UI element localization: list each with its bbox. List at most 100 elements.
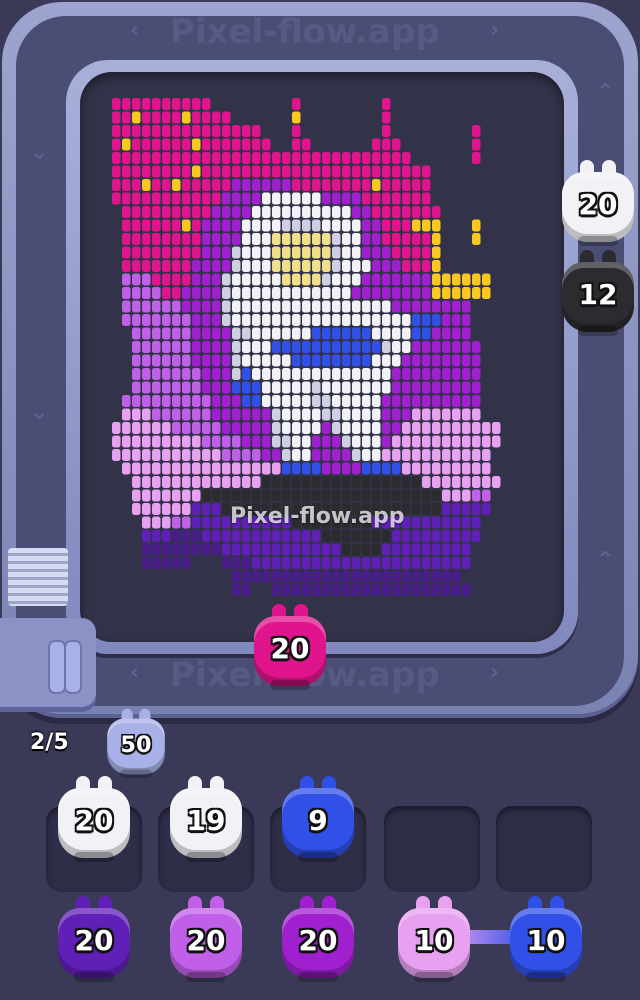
pixel-block — [422, 368, 431, 380]
pixel-block — [232, 395, 241, 407]
pixel-block — [192, 395, 201, 407]
pixel-block — [212, 543, 221, 556]
pixel-block — [112, 152, 121, 164]
chevron-left-icon: ‹ — [130, 18, 140, 43]
pixel-block — [142, 516, 151, 529]
pixel-block — [182, 462, 191, 475]
pixel-block — [312, 341, 321, 353]
pixel-block — [442, 354, 451, 367]
pixel-block — [192, 543, 201, 556]
bottom-shooter-lightpink[interactable]: 10 — [396, 896, 472, 984]
pixel-block — [242, 530, 251, 542]
pixel-block — [412, 476, 421, 488]
pixel-block — [112, 435, 121, 448]
pixel-block — [122, 408, 131, 421]
pixel-block — [182, 260, 191, 272]
pixel-block — [422, 462, 431, 475]
pixel-block — [402, 381, 411, 394]
pixel-block — [392, 138, 401, 151]
bottom-shooter-blue[interactable]: 10 — [508, 896, 584, 984]
pixel-block — [152, 246, 161, 259]
pixel-block — [152, 516, 161, 529]
pixel-block — [322, 152, 331, 164]
pixel-block — [322, 395, 331, 407]
pixel-block — [382, 584, 391, 596]
pixel-block — [452, 368, 461, 380]
pixel-block — [462, 422, 471, 434]
pixel-block — [132, 179, 141, 191]
pixel-block — [382, 408, 391, 421]
pixel-block — [322, 179, 331, 191]
chevron-up-icon: ⌃ — [596, 548, 615, 573]
pixel-block — [482, 476, 491, 488]
pixel-block — [412, 287, 421, 299]
pixel-block — [172, 462, 181, 475]
pixel-block — [272, 327, 281, 340]
pixel-block — [342, 260, 351, 272]
bottom-shooter-indigo[interactable]: 20 — [56, 896, 132, 984]
pixel-block — [252, 476, 261, 488]
pixel-block — [272, 246, 281, 259]
pixel-block — [252, 273, 261, 286]
pixel-block — [252, 300, 261, 313]
pixel-block — [412, 503, 421, 515]
pixel-block — [192, 111, 201, 124]
pixel-block — [472, 368, 481, 380]
queue-shooter-white-1[interactable]: 20 — [56, 776, 132, 864]
pixel-block — [282, 476, 291, 488]
pixel-block — [182, 111, 191, 124]
pixel-block — [362, 368, 371, 380]
pixel-block — [242, 341, 251, 353]
pixel-block — [372, 219, 381, 232]
pixel-block — [472, 381, 481, 394]
pixel-block — [232, 138, 241, 151]
pixel-block — [302, 206, 311, 218]
pixel-block — [342, 408, 351, 421]
pixel-block — [212, 516, 221, 529]
pixel-block — [332, 489, 341, 502]
queue-shooter-white-2[interactable]: 19 — [168, 776, 244, 864]
pixel-block — [152, 368, 161, 380]
pixel-block — [152, 300, 161, 313]
pixel-block — [482, 449, 491, 461]
pixel-block — [312, 543, 321, 556]
pixel-block — [372, 260, 381, 272]
pixel-block — [482, 489, 491, 502]
pixel-block — [342, 165, 351, 178]
pixel-block — [472, 395, 481, 407]
pixel-block — [232, 206, 241, 218]
pixel-block — [212, 530, 221, 542]
pixel-block — [222, 165, 231, 178]
pixel-block — [392, 422, 401, 434]
pixel-block — [262, 179, 271, 191]
pixel-block — [202, 368, 211, 380]
pixel-block — [302, 584, 311, 596]
pixel-block — [362, 246, 371, 259]
pixel-block — [332, 206, 341, 218]
pixel-block — [432, 408, 441, 421]
bottom-shooter-lavender[interactable]: 20 — [168, 896, 244, 984]
bottom-shooter-magenta[interactable]: 20 — [280, 896, 356, 984]
ammo-count: 12 — [578, 278, 618, 311]
pixel-block — [432, 516, 441, 529]
pixel-block — [262, 435, 271, 448]
pixel-block — [132, 300, 141, 313]
pixel-block — [272, 233, 281, 245]
pixel-block — [462, 327, 471, 340]
pixel-block — [302, 449, 311, 461]
pixel-block — [172, 125, 181, 137]
pixel-block — [142, 233, 151, 245]
pixel-block — [142, 408, 151, 421]
pixel-block — [242, 152, 251, 164]
pixel-block — [202, 152, 211, 164]
pixel-block — [432, 300, 441, 313]
pixel-block — [132, 287, 141, 299]
pixel-block — [332, 354, 341, 367]
queue-shooter-blue[interactable]: 9 — [280, 776, 356, 864]
pixel-block — [152, 287, 161, 299]
pixel-block — [332, 260, 341, 272]
pixel-block — [302, 543, 311, 556]
pixel-block — [162, 449, 171, 461]
pixel-block — [352, 165, 361, 178]
pixel-block — [242, 354, 251, 367]
